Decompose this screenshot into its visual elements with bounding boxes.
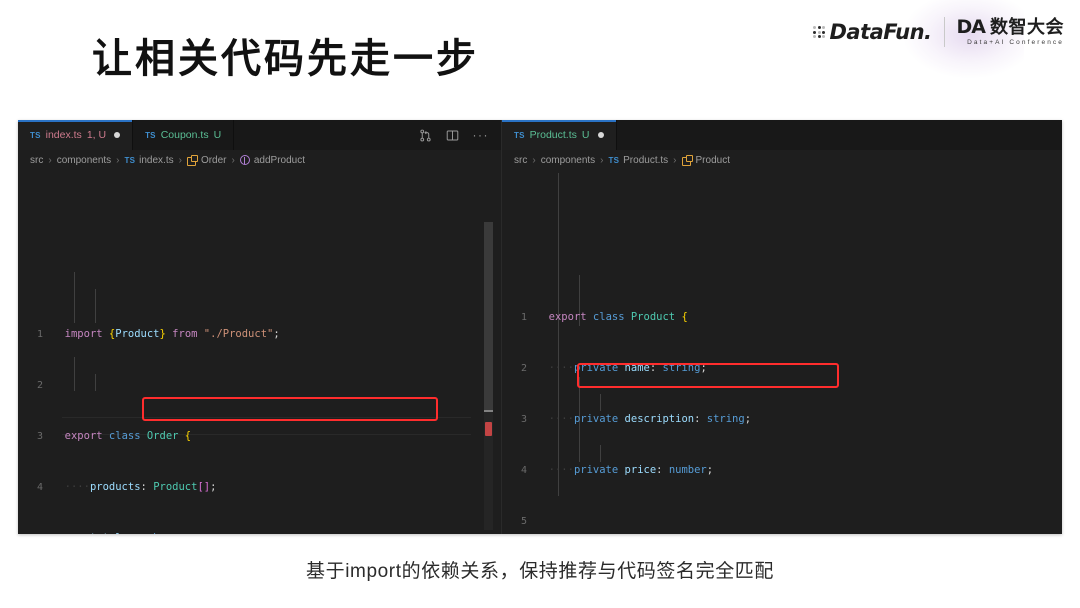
da-conference-logo: DA 数智大会 Data+AI Conference xyxy=(956,15,1064,47)
tab-label: index.ts xyxy=(45,129,82,141)
chevron-right-icon: › xyxy=(178,154,182,166)
editor-screenshot: TS index.ts 1, U TS Coupon.ts U ··· src … xyxy=(18,120,1062,534)
code-line: 4 ····products: Product[]; xyxy=(18,479,501,496)
scrollbar-selection-marker xyxy=(484,410,493,412)
line-number: 5 xyxy=(18,530,52,534)
chevron-right-icon: › xyxy=(48,154,52,166)
breadcrumb-item-components[interactable]: components xyxy=(541,155,595,166)
line-number: 1 xyxy=(36,329,43,340)
code-editor-left[interactable]: 1 import {Product} from "./Product"; 2 3… xyxy=(18,170,501,534)
line-number: 2 xyxy=(36,380,43,391)
tabbar-actions: ··· xyxy=(407,120,502,150)
chevron-right-icon: › xyxy=(231,154,235,166)
ts-file-icon: TS xyxy=(145,130,156,140)
more-actions-icon[interactable]: ··· xyxy=(473,129,490,141)
tab-suffix: U xyxy=(581,129,590,141)
line-content: import {Product} from "./Product"; xyxy=(64,328,280,340)
chevron-right-icon: › xyxy=(673,154,677,166)
slide-root: DataFun. DA 数智大会 Data+AI Conference 让相关代… xyxy=(0,0,1080,608)
ts-file-icon: TS xyxy=(608,155,620,165)
chevron-right-icon: › xyxy=(600,154,604,166)
code-editor-right[interactable]: 1 export class Product { 2 ····private n… xyxy=(502,170,1062,534)
tabbar-left: TS index.ts 1, U TS Coupon.ts U ··· xyxy=(18,120,501,150)
da-chinese-name: 数智大会 xyxy=(990,17,1064,38)
breadcrumb-item-class[interactable]: Order xyxy=(201,155,227,166)
breadcrumb-left: src › components › TS index.ts › Order ›… xyxy=(18,150,501,170)
da-subtitle: Data+AI Conference xyxy=(967,38,1064,46)
tab-label: Product.ts xyxy=(529,129,577,141)
ts-file-icon: TS xyxy=(30,130,41,140)
line-number: 1 xyxy=(520,312,527,323)
line-number: 2 xyxy=(520,363,527,374)
line-content: ····private price: number; xyxy=(548,464,714,476)
scrollbar-thumb[interactable] xyxy=(484,222,493,412)
chevron-right-icon: › xyxy=(532,154,536,166)
conference-logo: DataFun. DA 数智大会 Data+AI Conference xyxy=(813,0,1064,78)
unsaved-dot-icon[interactable] xyxy=(114,132,121,138)
line-content: ····products: Product[]; xyxy=(64,481,217,493)
split-editor-icon[interactable] xyxy=(446,129,459,142)
breadcrumb-item-class[interactable]: Product xyxy=(696,155,730,166)
code-line: 3 export class Order { xyxy=(18,428,501,445)
code-line: 1 import {Product} from "./Product"; xyxy=(18,326,501,343)
breadcrumb-item-src[interactable]: src xyxy=(30,155,43,166)
breadcrumb-item-src[interactable]: src xyxy=(514,155,527,166)
chevron-right-icon: › xyxy=(116,154,120,166)
line-content: export class Product { xyxy=(548,311,688,323)
page-title: 让相关代码先走一步 xyxy=(92,35,479,82)
line-number: 3 xyxy=(520,414,527,425)
line-content: ····private description: string; xyxy=(548,413,752,425)
code-line: 4 ····private price: number; xyxy=(502,462,1062,479)
breadcrumb-item-components[interactable]: components xyxy=(57,155,111,166)
tab-suffix: U xyxy=(213,129,222,141)
breadcrumb-item-file[interactable]: Product.ts xyxy=(623,155,668,166)
tabbar-right: TS Product.ts U xyxy=(502,120,1062,150)
code-line: 1 export class Product { xyxy=(502,309,1062,326)
vertical-scrollbar-left[interactable] xyxy=(484,222,493,530)
class-icon xyxy=(681,155,693,166)
line-content: ····private name: string; xyxy=(548,362,707,374)
code-line: 2 ····private name: string; xyxy=(502,360,1062,377)
breadcrumb-item-file[interactable]: index.ts xyxy=(139,155,173,166)
code-line: 5 xyxy=(502,513,1062,530)
code-line: 5 ····total: number; xyxy=(18,530,501,534)
line-number: 4 xyxy=(520,465,527,476)
scrollbar-error-marker[interactable] xyxy=(485,422,492,436)
tab-coupon-ts[interactable]: TS Coupon.ts U xyxy=(133,120,235,150)
line-content: ····total: number; xyxy=(52,530,501,534)
method-icon xyxy=(239,155,250,165)
class-icon xyxy=(186,155,198,166)
datafun-wordmark: DataFun. xyxy=(829,20,932,44)
datafun-logo: DataFun. xyxy=(813,20,932,44)
line-number: 5 xyxy=(520,516,527,527)
line-content: export class Order { xyxy=(64,430,192,442)
code-line: 3 ····private description: string; xyxy=(502,411,1062,428)
code-line: 2 xyxy=(18,377,501,394)
breadcrumb-item-method[interactable]: addProduct xyxy=(254,155,305,166)
tab-label: Coupon.ts xyxy=(160,129,209,141)
editor-pane-right: TS Product.ts U src › components › TS Pr… xyxy=(502,120,1062,534)
editor-pane-left: TS index.ts 1, U TS Coupon.ts U ··· src … xyxy=(18,120,502,534)
ts-file-icon: TS xyxy=(514,130,525,140)
slide-caption: 基于import的依赖关系，保持推荐与代码签名完全匹配 xyxy=(306,561,774,582)
tab-product-ts[interactable]: TS Product.ts U xyxy=(502,120,617,150)
datafun-dots-icon xyxy=(813,26,826,38)
unsaved-dot-icon[interactable] xyxy=(597,132,604,138)
logo-divider xyxy=(943,17,945,47)
tab-index-ts[interactable]: TS index.ts 1, U xyxy=(18,120,134,150)
line-number: 3 xyxy=(36,431,43,442)
line-number: 4 xyxy=(36,482,43,493)
ts-file-icon: TS xyxy=(124,155,136,165)
da-mark: DA xyxy=(956,15,987,38)
breadcrumb-right: src › components › TS Product.ts › Produ… xyxy=(502,150,1062,170)
tab-suffix: 1, U xyxy=(86,129,107,141)
source-control-icon[interactable] xyxy=(419,129,432,142)
